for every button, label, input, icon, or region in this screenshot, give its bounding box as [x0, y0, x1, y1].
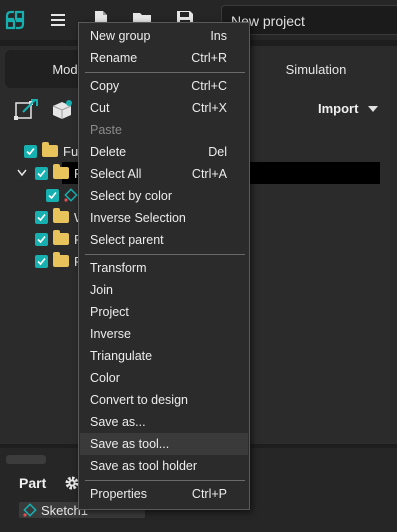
menu-item-select-all[interactable]: Select All Ctrl+A — [80, 163, 248, 185]
checkbox-checked-icon[interactable] — [46, 188, 59, 202]
tab-simulation-label: Simulation — [285, 61, 347, 77]
menu-item-shortcut: Ctrl+C — [191, 79, 227, 93]
menu-item-save-as-tool-holder[interactable]: Save as tool holder — [80, 455, 248, 477]
menu-item-shortcut: Ins — [210, 29, 227, 43]
menu-item-label: Project — [90, 305, 129, 319]
menu-item-color[interactable]: Color — [80, 367, 248, 389]
menu-item-label: Transform — [90, 261, 147, 275]
sketch-tool-icon[interactable] — [14, 98, 38, 122]
menu-item-label: Select All — [90, 167, 142, 181]
part-title: Part — [19, 475, 47, 491]
folder-icon — [53, 208, 69, 223]
menu-item-select-parent[interactable]: Select parent — [80, 229, 248, 251]
menu-item-delete[interactable]: Delete Del — [80, 141, 248, 163]
import-button[interactable]: Import — [318, 101, 379, 116]
panel-handle[interactable] — [6, 455, 46, 464]
sketch-icon — [64, 188, 78, 202]
menu-item-label: Copy — [90, 79, 120, 93]
tree-item-sketch[interactable] — [46, 184, 78, 206]
menu-separator — [85, 72, 245, 73]
menu-item-label: Cut — [90, 101, 110, 115]
menu-item-triangulate[interactable]: Triangulate — [80, 345, 248, 367]
tree-item-full[interactable]: Ful — [24, 140, 81, 162]
menu-item-shortcut: Ctrl+P — [191, 487, 227, 501]
menu-item-properties[interactable]: Properties Ctrl+P — [80, 483, 248, 505]
tree-item-f[interactable]: F — [35, 228, 82, 250]
hamburger-menu-icon[interactable] — [44, 6, 72, 34]
tree-item-part[interactable]: P — [17, 162, 83, 184]
menu-item-save-as[interactable]: Save as... — [80, 411, 248, 433]
menu-item-paste: Paste — [80, 119, 248, 141]
menu-item-new-group[interactable]: New group Ins — [80, 25, 248, 47]
checkbox-checked-icon[interactable] — [35, 254, 48, 268]
menu-item-convert-to-design[interactable]: Convert to design — [80, 389, 248, 411]
menu-item-select-by-color[interactable]: Select by color — [80, 185, 248, 207]
menu-item-label: Convert to design — [90, 393, 188, 407]
menu-item-shortcut: Del — [208, 145, 227, 159]
menu-item-copy[interactable]: Copy Ctrl+C — [80, 75, 248, 97]
menu-item-project[interactable]: Project — [80, 301, 248, 323]
menu-item-label: Save as... — [90, 415, 146, 429]
checkbox-checked-icon[interactable] — [35, 210, 48, 224]
menu-item-label: Properties — [90, 487, 147, 501]
tab-simulation[interactable]: Simulation — [240, 50, 392, 88]
menu-item-label: Inverse — [90, 327, 131, 341]
menu-item-label: Select parent — [90, 233, 164, 247]
menu-item-label: Select by color — [90, 189, 172, 203]
menu-item-inverse[interactable]: Inverse — [80, 323, 248, 345]
menu-item-label: Save as tool holder — [90, 459, 198, 473]
checkbox-checked-icon[interactable] — [24, 144, 37, 158]
menu-item-label: Triangulate — [90, 349, 153, 363]
menu-item-shortcut: Ctrl+X — [191, 101, 227, 115]
menu-item-inverse-selection[interactable]: Inverse Selection — [80, 207, 248, 229]
expand-chevron-icon[interactable] — [17, 169, 27, 177]
app-logo-icon[interactable] — [1, 6, 29, 34]
folder-icon — [53, 164, 69, 179]
context-menu: New group Ins Rename Ctrl+R Copy Ctrl+C Cut… — [78, 22, 250, 510]
menu-item-shortcut: Ctrl+A — [191, 167, 227, 181]
import-label: Import — [318, 101, 359, 116]
folder-icon — [42, 142, 58, 157]
menu-item-rename[interactable]: Rename Ctrl+R — [80, 47, 248, 69]
chevron-down-icon — [368, 105, 379, 112]
checkbox-checked-icon[interactable] — [35, 166, 48, 180]
menu-item-transform[interactable]: Transform — [80, 257, 248, 279]
sketch-icon — [23, 503, 37, 517]
menu-item-label: Rename — [90, 51, 138, 65]
tab-model-label: Mod — [52, 61, 78, 77]
folder-icon — [53, 230, 69, 245]
menu-item-cut[interactable]: Cut Ctrl+X — [80, 97, 248, 119]
menu-item-shortcut: Ctrl+R — [191, 51, 227, 65]
tree-item-r[interactable]: R — [35, 250, 83, 272]
menu-item-label: Delete — [90, 145, 127, 159]
menu-item-label: New group — [90, 29, 151, 43]
menu-item-label: Color — [90, 371, 120, 385]
menu-separator — [85, 480, 245, 481]
add-solid-icon[interactable] — [50, 98, 74, 122]
checkbox-checked-icon[interactable] — [35, 232, 48, 246]
menu-item-label: Inverse Selection — [90, 211, 186, 225]
menu-item-label: Paste — [90, 123, 122, 137]
menu-item-join[interactable]: Join — [80, 279, 248, 301]
folder-icon — [53, 252, 69, 267]
menu-item-label: Save as tool... — [90, 437, 170, 451]
menu-separator — [85, 254, 245, 255]
menu-item-label: Join — [90, 283, 113, 297]
menu-item-save-as-tool[interactable]: Save as tool... — [80, 433, 248, 455]
